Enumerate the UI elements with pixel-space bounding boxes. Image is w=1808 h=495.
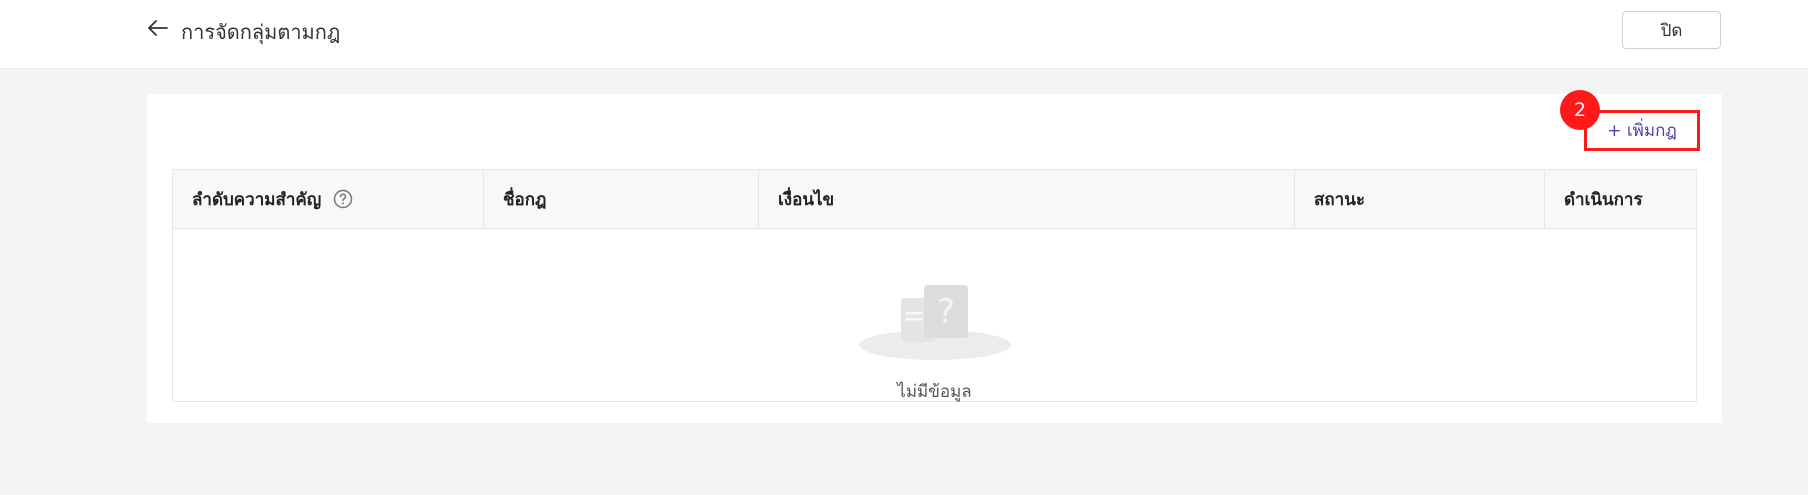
add-rule-button[interactable]: + เพิ่มกฎ [1589,115,1695,146]
top-bar: การจัดกลุ่มตามกฎ ปิด [0,0,1808,69]
rules-table: ลำดับความสำคัญ ชื่อกฎ เงื่อนไข สถานะ ดำเ… [172,169,1697,402]
column-header-label: ดำเนินการ [1564,189,1643,210]
arrow-left-icon [148,20,168,40]
column-header-label: เงื่อนไข [778,189,835,210]
column-header-rule-name: ชื่อกฎ [484,170,759,228]
svg-text:?: ? [937,292,955,332]
column-header-status: สถานะ [1295,170,1545,228]
empty-state-text: ไม่มีข้อมูล [897,382,972,402]
column-header-label: สถานะ [1314,189,1365,210]
add-rule-highlight: + เพิ่มกฎ [1584,110,1700,151]
column-header-actions: ดำเนินการ [1545,170,1696,228]
column-header-priority: ลำดับความสำคัญ [173,170,484,228]
step-badge: 2 [1560,90,1600,130]
page-title: การจัดกลุ่มตามกฎ [181,20,341,44]
back-button[interactable] [146,18,170,42]
empty-document-icon: ? [857,285,1013,369]
table-header: ลำดับความสำคัญ ชื่อกฎ เงื่อนไข สถานะ ดำเ… [173,170,1696,229]
question-circle-icon[interactable] [333,189,353,209]
close-button[interactable]: ปิด [1622,11,1721,49]
column-header-label: ลำดับความสำคัญ [192,189,322,210]
column-header-condition: เงื่อนไข [759,170,1295,228]
column-header-label: ชื่อกฎ [503,189,547,210]
